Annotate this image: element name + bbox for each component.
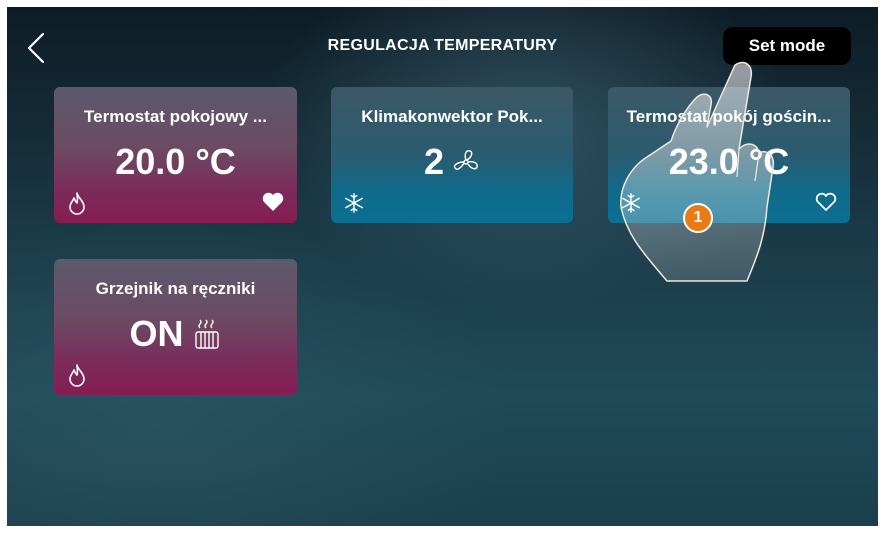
screen: REGULACJA TEMPERATURY Set mode Termostat… (7, 7, 878, 526)
fan-speed-value: 2 (423, 141, 445, 182)
fan-icon (453, 150, 478, 170)
thermostat-card-pokoj-goscinny[interactable]: Termostat pokój gościn... 23.0 °C (608, 87, 850, 223)
flame-icon (69, 192, 85, 215)
card-name: Termostat pokój gościn... (626, 107, 832, 126)
fancoil-card-klimakonwektor[interactable]: Klimakonwektor Pok... 2 (331, 87, 573, 223)
card-name: Klimakonwektor Pok... (361, 107, 543, 126)
thermostat-card-termostat-pokojowy[interactable]: Termostat pokojowy ... 20.0 °C (54, 87, 297, 223)
snowflake-icon (345, 193, 363, 213)
flame-icon (69, 364, 85, 387)
card-name: Termostat pokojowy ... (84, 107, 267, 126)
card-state: ON (54, 313, 297, 355)
step-number-badge: 1 (683, 203, 713, 233)
set-mode-button[interactable]: Set mode (723, 27, 851, 65)
towel-radiator-icon (194, 319, 219, 349)
card-temperature: 23.0 °C (668, 141, 790, 182)
card-fan-speed: 2 (331, 141, 573, 183)
towel-radiator-card[interactable]: Grzejnik na ręczniki ON (54, 259, 297, 395)
card-name: Grzejnik na ręczniki (95, 279, 256, 298)
snowflake-icon (622, 193, 640, 213)
heart-outline-icon[interactable] (814, 191, 838, 213)
heart-filled-icon[interactable] (261, 191, 285, 213)
radiator-state-value: ON (129, 313, 184, 354)
card-temperature: 20.0 °C (115, 141, 236, 182)
